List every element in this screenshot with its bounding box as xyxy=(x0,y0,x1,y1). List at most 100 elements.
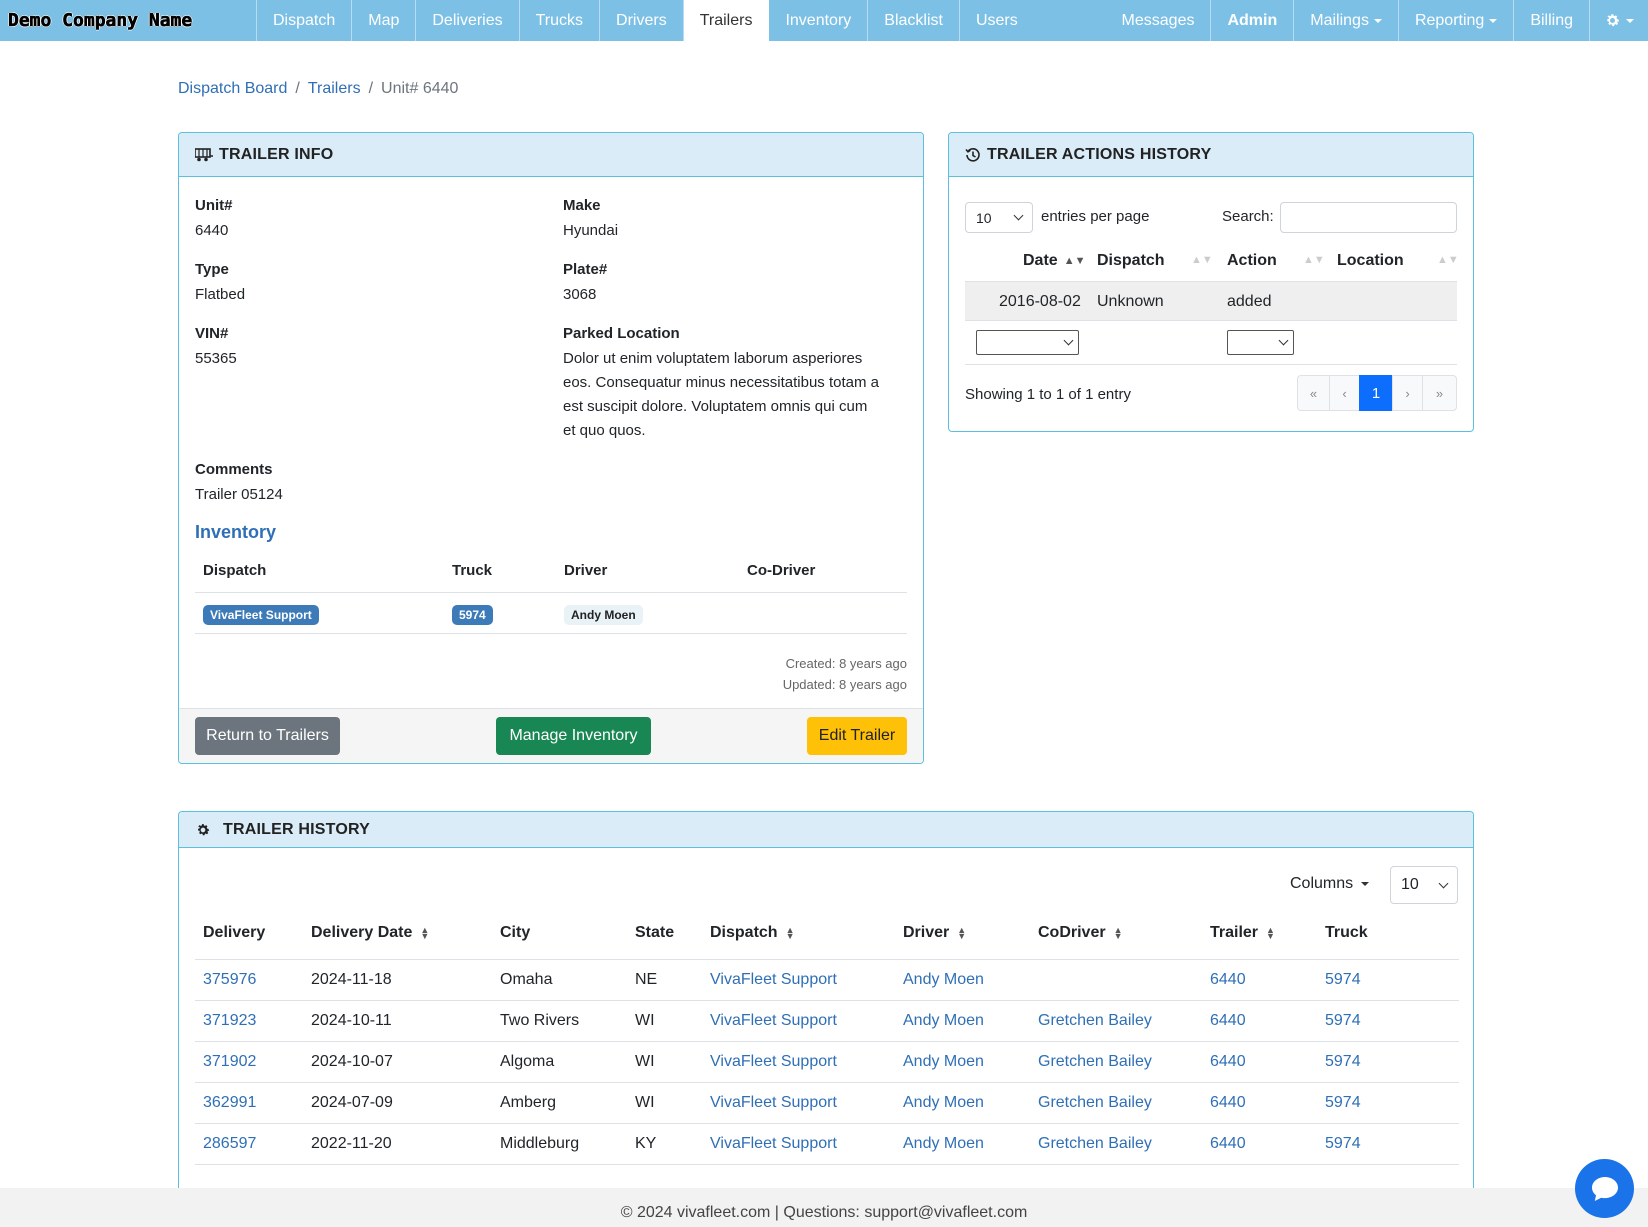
row-trailer[interactable]: 6440 xyxy=(1210,1135,1246,1153)
row-delivery[interactable]: 286597 xyxy=(203,1135,256,1153)
col-codriver-header[interactable]: CoDriver ▲ ▼ xyxy=(1038,924,1123,942)
row-driver[interactable]: Andy Moen xyxy=(903,1135,984,1153)
row-delivery[interactable]: 375976 xyxy=(203,971,256,989)
divider xyxy=(195,959,1459,960)
nav-users[interactable]: Users xyxy=(960,0,1034,41)
row-driver[interactable]: Andy Moen xyxy=(903,1053,984,1071)
nav-mailings-label: Mailings xyxy=(1310,11,1369,29)
inventory-driver-badge[interactable]: Andy Moen xyxy=(564,605,643,625)
parked-location-line: eos. Consequatur minus necessitatibus to… xyxy=(563,374,880,391)
row-trailer[interactable]: 6440 xyxy=(1210,1053,1246,1071)
row-dispatch: Unknown xyxy=(1097,293,1164,310)
row-trailer[interactable]: 6440 xyxy=(1210,1012,1246,1030)
col-delivery-header[interactable]: Delivery xyxy=(203,924,265,942)
row-delivery[interactable]: 362991 xyxy=(203,1094,256,1112)
page-1[interactable]: 1 xyxy=(1359,375,1393,411)
page-first[interactable]: « xyxy=(1297,375,1330,411)
row-trailer[interactable]: 6440 xyxy=(1210,1094,1246,1112)
col-delivery-date-label: Delivery Date xyxy=(311,924,413,941)
table-row-divider xyxy=(195,1082,1459,1083)
inventory-dispatch-badge[interactable]: VivaFleet Support xyxy=(203,605,319,625)
col-dispatch-header[interactable]: Dispatch xyxy=(1097,252,1165,270)
nav-reporting[interactable]: Reporting xyxy=(1399,0,1515,41)
row-truck[interactable]: 5974 xyxy=(1325,1094,1361,1112)
row-codriver[interactable]: Gretchen Bailey xyxy=(1038,1135,1152,1153)
inventory-truck-badge[interactable]: 5974 xyxy=(452,605,493,625)
col-date-header[interactable]: Date ▲▼ xyxy=(1023,252,1085,270)
table-row-divider xyxy=(195,1123,1459,1124)
nav-map[interactable]: Map xyxy=(352,0,417,41)
trailer-info-header: TRAILER INFO xyxy=(179,133,923,177)
row-dispatch[interactable]: VivaFleet Support xyxy=(710,1012,837,1030)
col-delivery-date-header[interactable]: Delivery Date ▲ ▼ xyxy=(311,924,429,942)
row-truck[interactable]: 5974 xyxy=(1325,1135,1361,1153)
nav-admin[interactable]: Admin xyxy=(1211,0,1295,41)
nav-settings[interactable] xyxy=(1590,0,1648,41)
page-prev[interactable]: ‹ xyxy=(1329,375,1360,411)
row-driver[interactable]: Andy Moen xyxy=(903,1094,984,1112)
col-city-label: City xyxy=(500,924,531,941)
nav-blacklist[interactable]: Blacklist xyxy=(868,0,960,41)
row-driver[interactable]: Andy Moen xyxy=(903,971,984,989)
row-driver[interactable]: Andy Moen xyxy=(903,1012,984,1030)
row-state: WI xyxy=(635,1012,655,1029)
search-input[interactable] xyxy=(1280,202,1457,233)
history-icon xyxy=(965,147,981,163)
breadcrumb-dispatch-board[interactable]: Dispatch Board xyxy=(178,80,287,97)
row-truck[interactable]: 5974 xyxy=(1325,1053,1361,1071)
columns-toggle[interactable]: Columns xyxy=(1290,875,1370,893)
nav-messages[interactable]: Messages xyxy=(1106,0,1212,41)
col-driver-header[interactable]: Driver ▲ ▼ xyxy=(903,924,966,942)
page-last[interactable]: » xyxy=(1422,375,1457,411)
col-state-header[interactable]: State xyxy=(635,924,674,942)
col-trailer-header[interactable]: Trailer ▲ ▼ xyxy=(1210,924,1275,942)
row-truck[interactable]: 5974 xyxy=(1325,1012,1361,1030)
row-delivery-date: 2024-07-09 xyxy=(311,1094,393,1111)
row-delivery[interactable]: 371902 xyxy=(203,1053,256,1071)
page-next[interactable]: › xyxy=(1392,375,1423,411)
breadcrumb-current: Unit# 6440 xyxy=(381,80,459,97)
edit-trailer-button[interactable]: Edit Trailer xyxy=(807,717,907,755)
manage-inventory-button[interactable]: Manage Inventory xyxy=(496,717,651,755)
breadcrumb-trailers[interactable]: Trailers xyxy=(308,80,361,97)
row-codriver[interactable]: Gretchen Bailey xyxy=(1038,1053,1152,1071)
row-codriver[interactable]: Gretchen Bailey xyxy=(1038,1012,1152,1030)
row-delivery[interactable]: 371923 xyxy=(203,1012,256,1030)
search-label: Search: xyxy=(1222,208,1274,225)
col-city-header[interactable]: City xyxy=(500,924,530,942)
col-dispatch-header[interactable]: Dispatch ▲ ▼ xyxy=(710,924,795,942)
row-trailer[interactable]: 6440 xyxy=(1210,971,1246,989)
action-filter-select[interactable] xyxy=(1227,330,1294,355)
nav-drivers[interactable]: Drivers xyxy=(600,0,684,41)
trailer-history-title: TRAILER HISTORY xyxy=(223,820,371,838)
col-action-header[interactable]: Action xyxy=(1227,252,1277,270)
nav-trucks[interactable]: Trucks xyxy=(520,0,601,41)
nav-billing[interactable]: Billing xyxy=(1514,0,1590,41)
nav-trailers[interactable]: Trailers xyxy=(683,0,770,41)
row-dispatch[interactable]: VivaFleet Support xyxy=(710,1094,837,1112)
sort-icon: ▲▼ xyxy=(1113,924,1123,941)
col-truck-header[interactable]: Truck xyxy=(1325,924,1368,942)
brand-logo[interactable]: Demo Company Name xyxy=(0,0,256,41)
chat-button[interactable] xyxy=(1575,1159,1634,1218)
return-to-trailers-button[interactable]: Return to Trailers xyxy=(195,717,340,755)
row-dispatch[interactable]: VivaFleet Support xyxy=(710,971,837,989)
parked-location-value: Dolor ut enim voluptatem laborum asperio… xyxy=(563,347,903,443)
row-dispatch[interactable]: VivaFleet Support xyxy=(710,1053,837,1071)
nav-mailings[interactable]: Mailings xyxy=(1294,0,1399,41)
dispatch-filter-select[interactable] xyxy=(976,330,1079,355)
row-codriver[interactable]: Gretchen Bailey xyxy=(1038,1094,1152,1112)
entries-per-page-select[interactable]: 10 xyxy=(965,202,1033,233)
row-delivery-date: 2024-10-07 xyxy=(311,1053,393,1070)
nav-dispatch[interactable]: Dispatch xyxy=(256,0,353,41)
nav-deliveries[interactable]: Deliveries xyxy=(416,0,520,41)
col-location-header[interactable]: Location xyxy=(1337,252,1404,270)
nav-inventory[interactable]: Inventory xyxy=(769,0,869,41)
page-size-select[interactable]: 10 xyxy=(1390,866,1458,904)
row-dispatch[interactable]: VivaFleet Support xyxy=(710,1135,837,1153)
row-truck[interactable]: 5974 xyxy=(1325,971,1361,989)
row-state: KY xyxy=(635,1135,657,1152)
trailer-info-title: TRAILER INFO xyxy=(219,145,334,163)
inventory-col-driver: Driver xyxy=(564,562,608,579)
